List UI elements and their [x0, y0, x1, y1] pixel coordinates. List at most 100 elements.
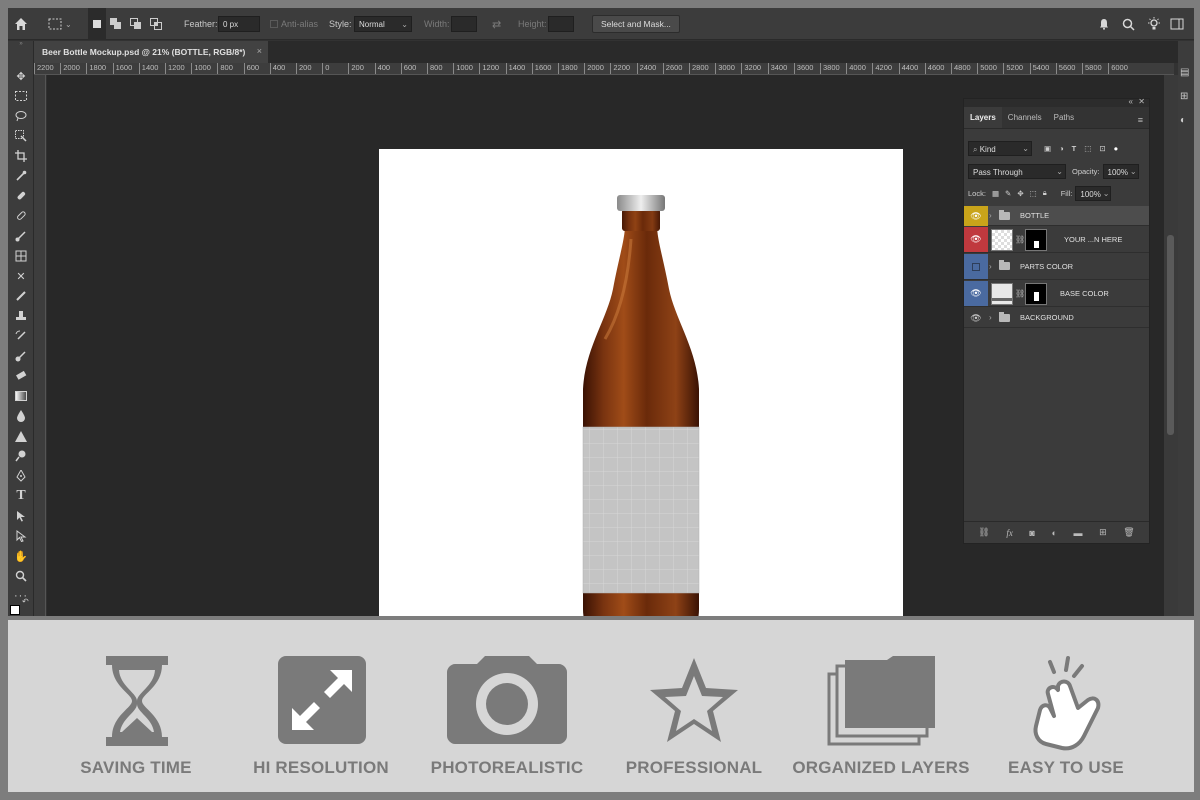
- dodge-tool-icon[interactable]: [11, 447, 31, 465]
- content-aware-move-icon[interactable]: ✕: [11, 267, 31, 285]
- width-input[interactable]: [451, 16, 477, 32]
- layer-row-background[interactable]: 👁︎ › BACKGROUND: [964, 308, 1149, 328]
- shape-filter-icon[interactable]: ⬚: [1084, 144, 1091, 153]
- vertical-scrollbar[interactable]: [1164, 75, 1178, 616]
- lock-all-icon[interactable]: 🔒︎: [1043, 188, 1047, 198]
- new-group-icon[interactable]: ▬: [1073, 528, 1082, 538]
- select-and-mask-button[interactable]: Select and Mask...: [592, 15, 680, 33]
- visibility-eye-icon[interactable]: 👁︎: [964, 206, 988, 226]
- new-selection-icon[interactable]: [88, 8, 106, 40]
- close-tab-icon[interactable]: ×: [257, 46, 262, 56]
- lasso-tool-icon[interactable]: [11, 107, 31, 125]
- move-tool-icon[interactable]: ✥: [11, 67, 31, 85]
- layer-row-base-color[interactable]: 👁︎ ⛓︎ BASE COLOR: [964, 281, 1149, 307]
- filter-toggle-icon[interactable]: ●: [1114, 144, 1119, 153]
- swap-icon[interactable]: ⇄: [492, 8, 501, 40]
- visibility-eye-hidden-icon[interactable]: [964, 254, 988, 279]
- type-filter-icon[interactable]: T: [1072, 144, 1077, 153]
- direct-selection-icon[interactable]: [11, 527, 31, 545]
- add-mask-icon[interactable]: ◙: [1029, 528, 1034, 538]
- height-input[interactable]: [548, 16, 574, 32]
- healing-brush-icon[interactable]: [11, 207, 31, 225]
- pencil-icon[interactable]: [11, 287, 31, 305]
- intersect-selection-icon[interactable]: [150, 8, 162, 40]
- gradient-tool-icon[interactable]: [11, 387, 31, 405]
- panel-collapse-icon[interactable]: »: [8, 41, 34, 49]
- opacity-input[interactable]: 100% ⌄: [1102, 163, 1139, 179]
- tab-channels[interactable]: Channels: [1002, 107, 1048, 128]
- vertical-ruler: [34, 75, 46, 616]
- zoom-tool-icon[interactable]: [11, 567, 31, 585]
- tab-layers[interactable]: Layers: [964, 107, 1002, 128]
- history-brush-icon[interactable]: [11, 327, 31, 345]
- lock-position-icon[interactable]: ✥: [1017, 189, 1023, 198]
- add-layer-style-icon[interactable]: fx: [1006, 528, 1013, 538]
- smart-object-filter-icon[interactable]: ⊡: [1099, 144, 1105, 153]
- history-panel-icon[interactable]: ▤: [1180, 67, 1189, 78]
- eyedropper-icon[interactable]: [11, 167, 31, 185]
- blend-mode-select[interactable]: Pass Through ⌄: [968, 163, 1066, 179]
- panel-menu-icon[interactable]: ≡: [1138, 115, 1143, 125]
- adjustments-panel-icon[interactable]: ◐: [1180, 115, 1186, 126]
- brush-tool-icon[interactable]: [11, 227, 31, 245]
- document-canvas[interactable]: [379, 149, 903, 616]
- fill-input[interactable]: 100% ⌄: [1075, 185, 1112, 201]
- swap-colors-icon[interactable]: ↶: [22, 597, 29, 606]
- clone-stamp-icon[interactable]: [11, 307, 31, 325]
- adjustment-layer-icon[interactable]: ◐: [1051, 528, 1056, 538]
- layer-row-bottle[interactable]: 👁︎ › BOTTLE: [964, 206, 1149, 226]
- tab-paths[interactable]: Paths: [1048, 107, 1080, 128]
- path-selection-icon[interactable]: [11, 507, 31, 525]
- pen-tool-icon[interactable]: [11, 467, 31, 485]
- rectangular-marquee-icon[interactable]: [11, 87, 31, 105]
- home-icon[interactable]: [14, 8, 28, 40]
- workspace-icon[interactable]: [1170, 8, 1184, 40]
- scrollbar-thumb[interactable]: [1167, 235, 1174, 435]
- panel-header-strip: « ✕: [964, 97, 1149, 107]
- link-layers-icon[interactable]: ⛓︎: [978, 527, 989, 538]
- discover-lightbulb-icon[interactable]: [1147, 8, 1161, 40]
- mixer-brush-icon[interactable]: [11, 347, 31, 365]
- feather-input[interactable]: 0 px: [218, 16, 260, 32]
- expand-chevron-icon[interactable]: ›: [989, 308, 992, 328]
- document-tab[interactable]: Beer Bottle Mockup.psd @ 21% (BOTTLE, RG…: [34, 41, 268, 63]
- notifications-bell-icon[interactable]: [1098, 8, 1110, 40]
- layer-row-parts-color[interactable]: › PARTS COLOR: [964, 254, 1149, 280]
- sharpen-triangle-icon[interactable]: [11, 427, 31, 445]
- hand-tool-icon[interactable]: ✋: [11, 547, 31, 565]
- crop-tool-icon[interactable]: [11, 147, 31, 165]
- expand-chevron-icon[interactable]: ›: [989, 254, 992, 279]
- foreground-color-swatch[interactable]: [10, 605, 20, 615]
- eraser-icon[interactable]: [11, 367, 31, 385]
- blur-drop-icon[interactable]: [11, 407, 31, 425]
- new-layer-icon[interactable]: ⊞: [1099, 527, 1107, 538]
- spot-healing-icon[interactable]: [11, 187, 31, 205]
- kind-filter-select[interactable]: ⌕ Kind ⌄: [968, 140, 1032, 156]
- subtract-selection-icon[interactable]: [130, 8, 142, 40]
- ruler-tick-label: 5600: [1055, 63, 1075, 74]
- beer-bottle-image: [582, 195, 700, 616]
- antialias-checkbox[interactable]: Anti-alias: [270, 8, 318, 40]
- layer-row-label-art[interactable]: 👁︎ ⛓︎ YOUR ...N HERE: [964, 227, 1149, 253]
- object-selection-icon[interactable]: [11, 127, 31, 145]
- lock-artboard-icon[interactable]: ⬚: [1030, 189, 1037, 198]
- add-selection-icon[interactable]: [110, 8, 122, 40]
- visibility-eye-icon[interactable]: 👁︎: [964, 308, 988, 328]
- adjustment-filter-icon[interactable]: ◑: [1059, 144, 1064, 153]
- lock-transparent-icon[interactable]: ▦: [992, 189, 999, 198]
- close-panel-icon[interactable]: ✕: [1138, 97, 1145, 106]
- patch-tool-icon[interactable]: [11, 247, 31, 265]
- lock-pixels-icon[interactable]: ✎: [1005, 189, 1011, 198]
- folder-icon: [999, 312, 1010, 322]
- expand-chevron-icon[interactable]: ›: [989, 206, 992, 226]
- type-tool-icon[interactable]: T: [11, 487, 31, 505]
- collapse-panel-icon[interactable]: «: [1129, 97, 1133, 106]
- style-select[interactable]: Normal ⌄: [354, 16, 412, 32]
- visibility-eye-icon[interactable]: 👁︎: [964, 227, 988, 252]
- marquee-tool-icon[interactable]: ⌄: [48, 8, 72, 40]
- pixel-filter-icon[interactable]: ▣: [1044, 144, 1051, 153]
- search-icon[interactable]: [1122, 8, 1135, 40]
- delete-layer-icon[interactable]: 🗑︎: [1123, 527, 1134, 538]
- properties-panel-icon[interactable]: ⊞: [1180, 91, 1188, 102]
- visibility-eye-icon[interactable]: 👁︎: [964, 281, 988, 306]
